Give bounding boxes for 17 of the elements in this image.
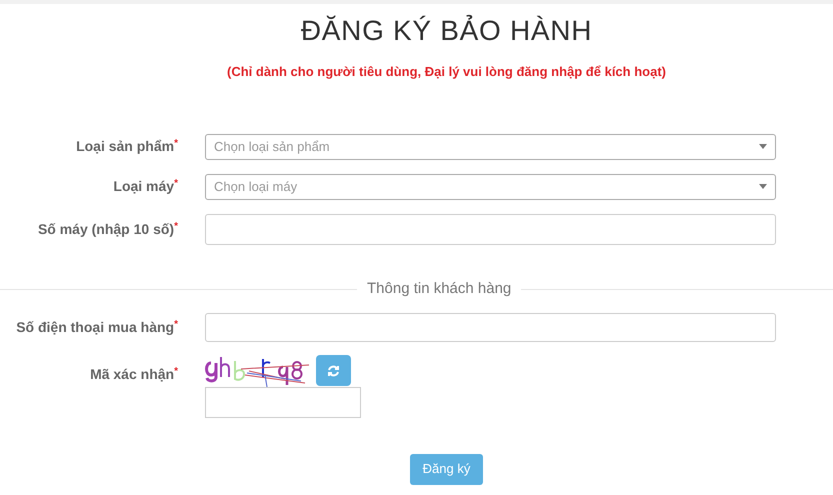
page-title: ĐĂNG KÝ BẢO HÀNH <box>300 14 592 48</box>
field-label: Số máy (nhập 10 số)* <box>38 220 178 236</box>
field-label: Mã xác nhận* <box>90 366 178 382</box>
refresh-button[interactable] <box>316 355 351 386</box>
field-label: Loại sản phẩm* <box>76 138 178 154</box>
captcha-input[interactable] <box>205 386 361 418</box>
register-button[interactable]: Đăng ký <box>410 454 483 484</box>
field-label: Số điện thoại mua hàng* <box>16 318 178 334</box>
phone-input[interactable] <box>205 312 776 342</box>
select-field[interactable]: Chọn loại sản phẩm <box>205 134 776 160</box>
select-field[interactable]: Chọn loại máy <box>205 174 776 200</box>
refresh-icon <box>327 364 340 376</box>
caret-icon <box>759 184 767 189</box>
caret-icon <box>759 144 767 149</box>
notice-text: (Chỉ dành cho người tiêu dùng, Đại lý vui lòng đăng nhập để kích hoạt) <box>227 63 666 81</box>
input-field[interactable] <box>205 214 776 244</box>
field-label: Loại máy* <box>113 178 178 194</box>
